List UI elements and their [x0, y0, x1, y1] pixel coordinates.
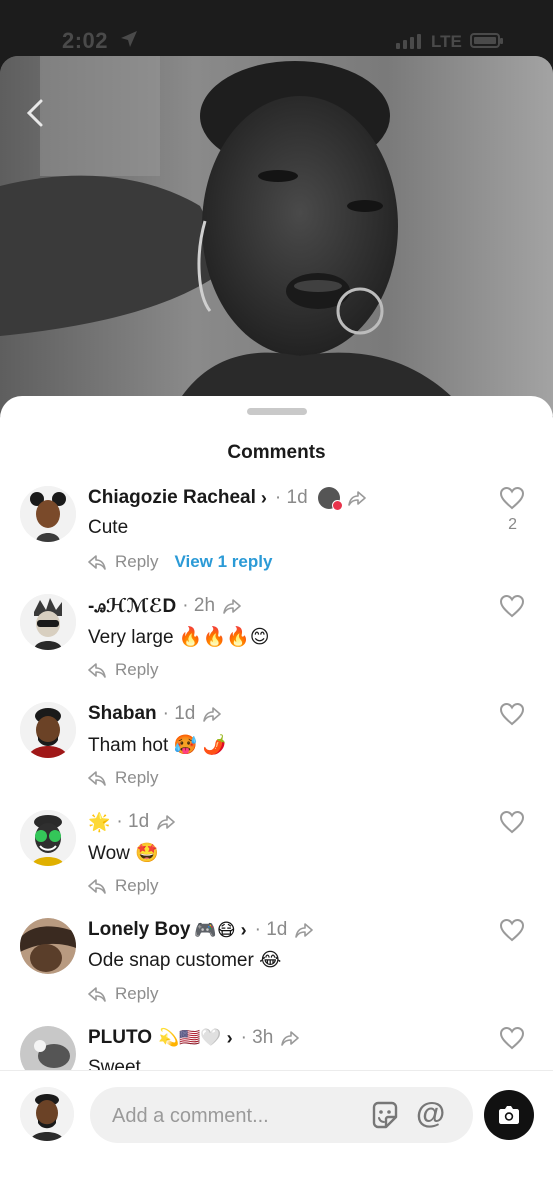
comment-time: · 3h — [240, 1027, 274, 1048]
comment-text: Tham hot 🥵 🌶️ — [88, 735, 227, 756]
mention-button[interactable]: @ — [416, 1096, 445, 1132]
reply-label: Reply — [115, 984, 159, 1003]
comment-author[interactable]: PLUTO — [88, 1027, 152, 1049]
comment-author[interactable]: Lonely Boy — [88, 919, 190, 941]
comment-author[interactable]: Chiagozie Racheal — [88, 487, 256, 509]
my-avatar[interactable] — [20, 1087, 74, 1141]
name-emoji: 💫🇺🇸🤍 — [158, 1028, 222, 1047]
comment-header: Chiagozie Racheal › · 1d — [88, 486, 366, 511]
reply-button[interactable]: Reply — [88, 552, 158, 572]
heart-icon[interactable] — [499, 810, 525, 834]
comment-item: 🌟 · 1d Wow 🤩 Reply — [0, 810, 553, 918]
avatar[interactable] — [20, 486, 76, 542]
chevron-right-icon[interactable]: › — [227, 1028, 233, 1049]
view-replies-link[interactable]: View 1 reply — [174, 552, 272, 572]
share-icon[interactable] — [223, 598, 241, 614]
comment-time: · 1d — [162, 703, 196, 724]
comment-time: · 1d — [116, 811, 150, 832]
comment-time: · 2h — [182, 595, 216, 616]
share-icon[interactable] — [295, 922, 314, 938]
comment-item: PLUTO 💫🇺🇸🤍 › · 3h Sweet — [0, 1026, 553, 1070]
battery-icon — [470, 33, 503, 48]
sticker-icon[interactable] — [368, 1099, 400, 1131]
network-label: LTE — [431, 32, 462, 51]
reply-button[interactable]: Reply — [88, 984, 158, 1004]
comment-input[interactable] — [110, 1087, 344, 1145]
comment-item: Lonely Boy 🎮😷 › · 1d Ode snap customer 😂… — [0, 918, 553, 1026]
reply-icon — [88, 879, 106, 894]
reply-label: Reply — [115, 876, 159, 895]
name-emoji: 🎮😷 — [194, 919, 236, 940]
heart-icon[interactable] — [499, 918, 525, 942]
reply-icon — [88, 771, 106, 786]
comment-author[interactable]: Shaban — [88, 703, 157, 725]
reply-icon — [88, 987, 106, 1002]
photo-image — [0, 56, 553, 416]
share-icon[interactable] — [157, 814, 175, 830]
status-bar: 2:02 LTE — [0, 0, 553, 58]
avatar[interactable] — [20, 810, 76, 866]
avatar[interactable] — [20, 1026, 76, 1070]
comment-item: -ꭿℋℳℰD · 2h Very large 🔥🔥🔥😊 Reply — [0, 594, 553, 702]
comment-text: Sweet — [88, 1057, 141, 1070]
comment-text: Wow 🤩 — [88, 843, 159, 864]
comment-author[interactable]: -ꭿℋℳℰD — [88, 595, 176, 618]
comment-item: Shaban · 1d Tham hot 🥵 🌶️ Reply — [0, 702, 553, 810]
comment-header: 🌟 · 1d — [88, 810, 175, 834]
chevron-right-icon[interactable]: › — [241, 920, 247, 941]
share-icon[interactable] — [203, 706, 222, 722]
comment-composer: @ — [0, 1070, 553, 1201]
comment-item: Chiagozie Racheal › · 1d Cute Reply View… — [0, 486, 553, 594]
sheet-title: Comments — [227, 442, 326, 463]
reply-icon — [88, 663, 106, 678]
reply-button[interactable]: Reply — [88, 660, 158, 680]
avatar[interactable] — [20, 918, 76, 974]
back-chevron-icon[interactable] — [24, 98, 46, 128]
share-icon[interactable] — [281, 1030, 300, 1046]
signal-icon — [396, 34, 421, 49]
heart-icon[interactable] — [499, 594, 525, 618]
snap-photo — [0, 56, 553, 416]
camera-icon — [499, 1106, 519, 1124]
reply-label: Reply — [115, 768, 159, 787]
avatar[interactable] — [20, 594, 76, 650]
comment-input-container: @ — [90, 1087, 473, 1145]
reply-label: Reply — [115, 552, 159, 571]
status-time: 2:02 — [62, 28, 109, 53]
heart-icon[interactable] — [499, 1026, 525, 1050]
comment-header: Shaban · 1d — [88, 702, 222, 726]
reply-label: Reply — [115, 660, 159, 679]
comment-text: Very large 🔥🔥🔥😊 — [88, 627, 270, 648]
share-icon[interactable] — [347, 490, 366, 506]
camera-button[interactable] — [484, 1090, 534, 1140]
chevron-right-icon[interactable]: › — [261, 488, 267, 509]
comment-time: · 1d — [254, 919, 288, 940]
like-count: 2 — [508, 516, 517, 533]
location-arrow-icon — [121, 31, 137, 47]
heart-icon[interactable] — [499, 702, 525, 726]
name-emoji: 🌟 — [88, 811, 111, 832]
comment-header: -ꭿℋℳℰD · 2h — [88, 594, 241, 618]
comment-time: · 1d — [274, 487, 308, 508]
reply-button[interactable]: Reply — [88, 876, 158, 896]
avatar[interactable] — [20, 702, 76, 758]
heart-icon[interactable] — [499, 486, 525, 510]
comment-text: Ode snap customer 😂 — [88, 950, 282, 971]
reply-icon — [88, 555, 106, 570]
comment-header: Lonely Boy 🎮😷 › · 1d — [88, 918, 314, 942]
comment-header: PLUTO 💫🇺🇸🤍 › · 3h — [88, 1026, 300, 1050]
reply-button[interactable]: Reply — [88, 768, 158, 788]
comment-text: Cute — [88, 517, 129, 538]
liked-by-author-avatar — [317, 487, 343, 511]
sheet-handle[interactable] — [247, 408, 307, 415]
